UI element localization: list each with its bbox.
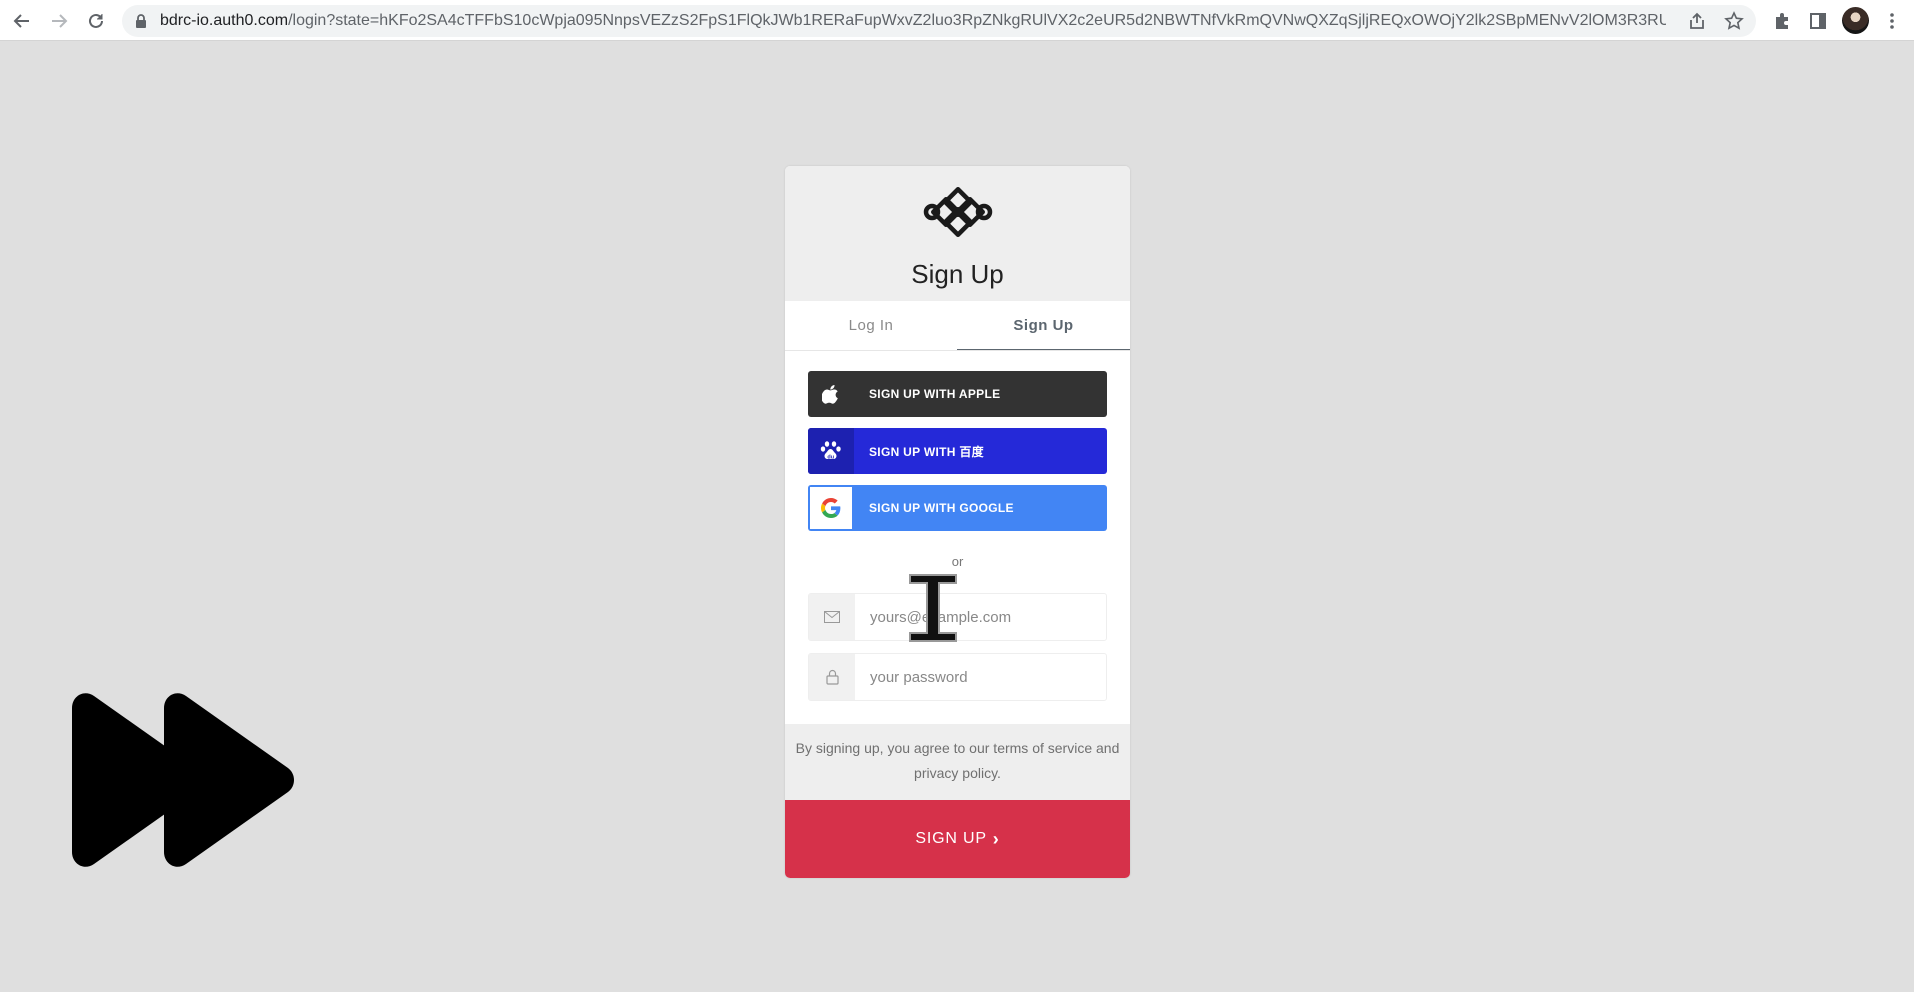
url-host: bdrc-io.auth0.com: [160, 12, 289, 29]
side-panel-button[interactable]: [1805, 8, 1831, 34]
sign-up-submit-button[interactable]: SIGN UP ›: [785, 800, 1130, 878]
extensions-button[interactable]: [1769, 8, 1795, 34]
side-panel-icon: [1810, 13, 1826, 29]
sign-up-baidu-button[interactable]: du SIGN UP WITH 百度: [808, 428, 1107, 474]
arrow-right-icon: [52, 14, 68, 28]
url-path: /login?state=hKFo2SA4cTFFbS10cWpja095Nnp…: [288, 12, 1666, 29]
envelope-icon: [824, 611, 840, 623]
google-icon-box: [808, 485, 854, 531]
separator-or: or: [951, 554, 964, 569]
tabs-divider: [785, 350, 1130, 351]
browser-toolbar: bdrc-io.auth0.com/login?state=hKFo2SA4cT…: [0, 0, 1914, 41]
menu-button[interactable]: [1879, 8, 1905, 34]
chevron-right-icon: ›: [992, 828, 1000, 849]
star-icon[interactable]: [1724, 11, 1744, 31]
url-text: bdrc-io.auth0.com/login?state=hKFo2SA4cT…: [160, 5, 1666, 37]
email-input[interactable]: [855, 594, 1105, 640]
tab-log-in[interactable]: Log In: [785, 301, 957, 349]
reload-icon: [89, 13, 103, 28]
fast-forward-icon: [72, 693, 294, 867]
apple-icon: [822, 385, 838, 404]
auth-tabs: Log In Sign Up: [785, 301, 1130, 351]
submit-label: SIGN UP: [915, 830, 987, 847]
auth-card: Sign Up Log In Sign Up SIGN UP WITH APPL…: [785, 166, 1130, 878]
password-field[interactable]: [808, 653, 1107, 701]
profile-avatar[interactable]: [1842, 7, 1869, 34]
sign-up-apple-button[interactable]: SIGN UP WITH APPLE: [808, 371, 1107, 417]
address-bar[interactable]: bdrc-io.auth0.com/login?state=hKFo2SA4cT…: [122, 5, 1756, 37]
arrow-left-icon: [13, 14, 29, 28]
card-header: Sign Up: [785, 166, 1130, 301]
lock-icon: [136, 14, 146, 28]
baidu-paw-icon: du: [820, 441, 841, 460]
apple-icon-box: [808, 371, 854, 417]
puzzle-icon: [1776, 13, 1788, 29]
share-icon[interactable]: [1687, 11, 1707, 31]
page-title: Sign Up: [911, 259, 1004, 289]
password-icon-box: [809, 654, 855, 700]
baidu-icon-box: du: [808, 428, 854, 474]
google-button-label: SIGN UP WITH GOOGLE: [869, 501, 1014, 515]
back-button[interactable]: [9, 8, 35, 34]
svg-text:du: du: [827, 454, 834, 460]
password-input[interactable]: [855, 654, 1105, 700]
forward-button[interactable]: [46, 8, 72, 34]
lock-icon: [825, 669, 839, 685]
sign-up-google-button[interactable]: SIGN UP WITH GOOGLE: [808, 485, 1107, 531]
tab-sign-up[interactable]: Sign Up: [957, 301, 1130, 351]
text-cursor-ibeam-icon: [909, 574, 957, 642]
email-icon-box: [809, 594, 855, 640]
terms-notice: By signing up, you agree to our terms of…: [785, 724, 1130, 800]
google-g-icon: [821, 498, 841, 518]
endless-knot-logo-icon: [923, 187, 993, 237]
apple-button-label: SIGN UP WITH APPLE: [869, 387, 1001, 401]
baidu-button-label: SIGN UP WITH 百度: [869, 444, 984, 459]
reload-button[interactable]: [83, 8, 109, 34]
more-vert-icon: [1890, 13, 1894, 29]
